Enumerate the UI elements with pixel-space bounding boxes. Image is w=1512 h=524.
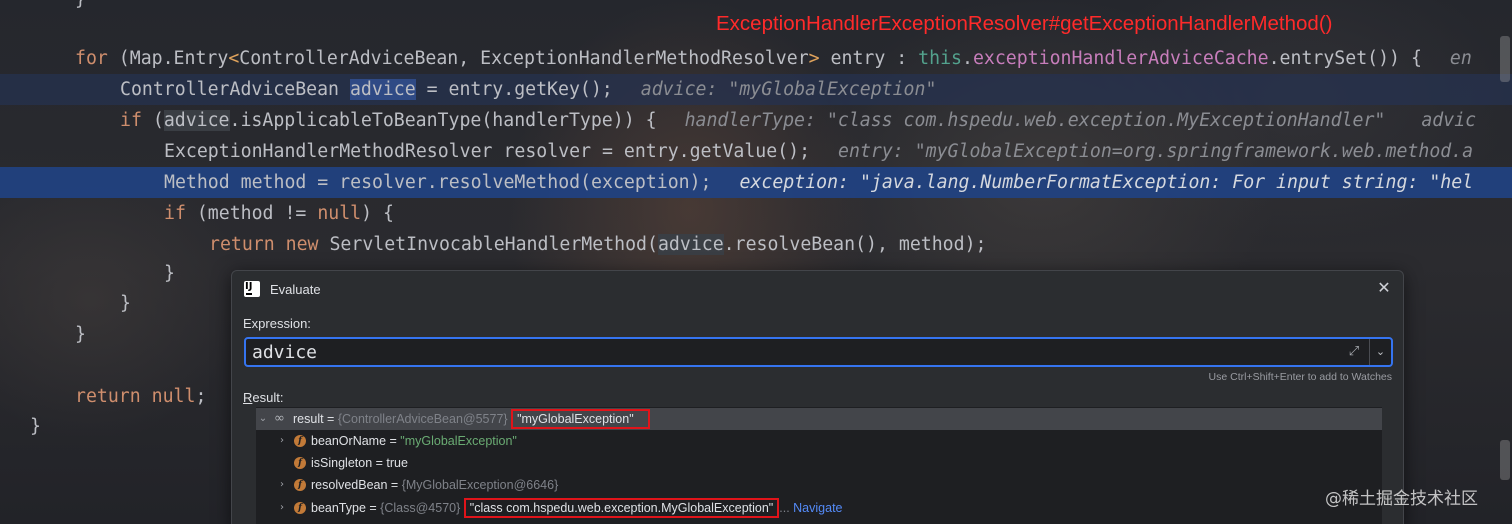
tree-row-result[interactable]: ⌄ ∞ result = {ControllerAdviceBean@5577}…	[256, 408, 1382, 430]
chevron-down-icon[interactable]: ⌄	[1369, 339, 1391, 365]
field-icon: f	[294, 457, 306, 469]
code-line-return: return new ServletInvocableHandlerMethod…	[209, 234, 987, 255]
tree-row-isSingleton[interactable]: f isSingleton = true	[256, 452, 1382, 474]
beantype-value: "class com.hspedu.web.exception.MyGlobal…	[469, 501, 774, 515]
watch-result-icon: ∞	[274, 411, 285, 426]
chevron-right-icon[interactable]: ›	[276, 474, 288, 496]
red-annotation-title: ExceptionHandlerExceptionResolver#getExc…	[716, 12, 1333, 35]
field-icon: f	[294, 479, 306, 491]
inline-value-hint: handlerType: "class com.hspedu.web.excep…	[684, 110, 1386, 131]
result-value: "myGlobalException"	[517, 412, 634, 426]
chevron-right-icon[interactable]: ›	[276, 430, 288, 452]
inline-value-hint: exception: "java.lang.NumberFormatExcept…	[739, 172, 1474, 193]
chevron-right-icon[interactable]: ›	[276, 497, 288, 519]
field-icon: f	[294, 435, 306, 447]
code-line-resolver: ExceptionHandlerMethodResolver resolver …	[164, 141, 1474, 162]
result-label: Result:	[243, 390, 284, 405]
result-tree[interactable]: ⌄ ∞ result = {ControllerAdviceBean@5577}…	[256, 407, 1382, 524]
code-line-if: if (advice.isApplicableToBeanType(handle…	[120, 110, 1477, 131]
watermark: @稀土掘金技术社区	[1325, 489, 1478, 509]
expression-field[interactable]: ⤢ ⌄	[244, 337, 1393, 367]
navigate-link[interactable]: Navigate	[793, 501, 842, 515]
expand-icon[interactable]: ⤢	[1345, 343, 1363, 361]
code-line-if-method: if (method != null) {	[164, 203, 394, 224]
tree-row-resolvedBean[interactable]: › f resolvedBean = {MyGlobalException@66…	[256, 474, 1382, 496]
code-line-for: for (Map.Entry<ControllerAdviceBean, Exc…	[75, 48, 1472, 69]
dialog-titlebar[interactable]: Evaluate ✕	[232, 271, 1403, 309]
code-line-advice: ControllerAdviceBean advice = entry.getK…	[0, 74, 1512, 105]
code-line-current-execution: Method method = resolver.resolveMethod(e…	[0, 167, 1512, 198]
tree-row-beanOrName[interactable]: › f beanOrName = "myGlobalException"	[256, 430, 1382, 452]
add-to-watches-hint: Use Ctrl+Shift+Enter to add to Watches	[1208, 371, 1392, 383]
editor-scrollbar-marker[interactable]	[1500, 440, 1510, 480]
chevron-down-icon[interactable]: ⌄	[257, 408, 269, 430]
inline-value-hint: entry: "myGlobalException=org.springfram…	[838, 141, 1474, 162]
field-icon: f	[294, 502, 306, 514]
intellij-app-icon	[244, 281, 260, 297]
expression-label: Expression:	[243, 316, 311, 331]
close-icon[interactable]: ✕	[1373, 278, 1395, 300]
editor-scrollbar[interactable]	[1500, 36, 1510, 82]
tree-row-beanType[interactable]: › f beanType = {Class@4570} "class com.h…	[256, 497, 1382, 519]
dialog-title: Evaluate	[270, 282, 321, 297]
expression-input[interactable]	[252, 340, 1332, 364]
selected-identifier: advice	[349, 79, 416, 100]
inline-value-hint: advice: "myGlobalException"	[640, 79, 937, 100]
evaluate-dialog: Evaluate ✕ Expression: ⤢ ⌄ Use Ctrl+Shif…	[231, 270, 1404, 524]
